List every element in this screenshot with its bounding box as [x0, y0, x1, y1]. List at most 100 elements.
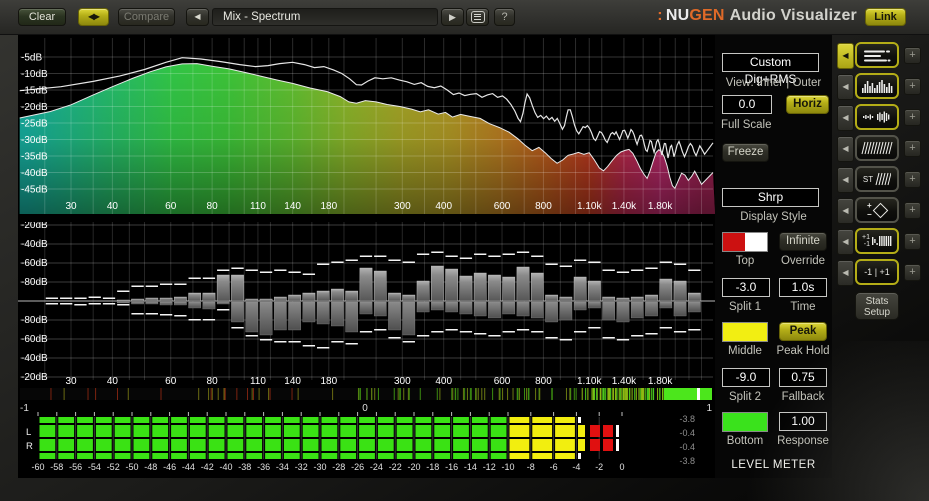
fallback-value[interactable]: 0.75 [779, 368, 827, 387]
peak-button[interactable]: Peak [779, 322, 827, 341]
svg-text:-30dB: -30dB [21, 135, 48, 146]
preset-prev-icon[interactable]: ◀ [186, 8, 209, 26]
svg-text:-28: -28 [332, 462, 345, 472]
preset-dropdown[interactable]: Mix - Spectrum [212, 8, 438, 26]
module-waveform-button[interactable] [855, 104, 899, 130]
svg-text:-8: -8 [527, 462, 535, 472]
ab-swap-icon[interactable]: ◀▶ [78, 8, 109, 26]
svg-text:-2: -2 [595, 462, 603, 472]
time-value[interactable]: 1.0s [779, 278, 827, 297]
module-correlation-bands-button[interactable]: +1 -1 [855, 228, 899, 254]
level-meter-display[interactable]: LR-60 -58 -56 -54 -52 -50 -48 -46 -44 -42 -40 -38 -3… [18, 412, 715, 478]
module-spectrogram-button[interactable] [855, 135, 899, 161]
module-8-add-button[interactable]: + [904, 264, 921, 281]
waveform-icon [863, 111, 890, 123]
svg-text:-14: -14 [464, 462, 477, 472]
svg-text:300: 300 [394, 376, 411, 387]
svg-text:110: 110 [250, 376, 266, 387]
module-7-add-button[interactable]: + [904, 233, 921, 250]
module-6-add-button[interactable]: + [904, 202, 921, 219]
svg-text:1.10k: 1.10k [577, 201, 602, 212]
stats-setup-button[interactable]: Stats Setup [855, 292, 899, 320]
svg-text:-10dB: -10dB [21, 69, 48, 80]
svg-text:600: 600 [494, 201, 511, 212]
svg-text:40: 40 [107, 201, 119, 212]
override-label: Override [780, 255, 826, 267]
module-2-add-button[interactable]: + [904, 78, 921, 95]
menu-list-icon [470, 11, 485, 24]
svg-text:-48: -48 [144, 462, 157, 472]
split2-value[interactable]: -9.0 [722, 368, 770, 387]
svg-text:80: 80 [207, 376, 219, 387]
spectrogram-icon [861, 141, 893, 155]
svg-text:-60dB: -60dB [21, 334, 48, 345]
infinite-button[interactable]: Infinite [779, 232, 827, 251]
display-style-box[interactable]: Shrp [722, 188, 819, 207]
module-4-add-button[interactable]: + [904, 140, 921, 157]
logo-gen: GEN [689, 7, 725, 24]
compare-button[interactable]: Compare [118, 8, 175, 26]
svg-text:-20: -20 [407, 462, 420, 472]
module-8-arrow-icon[interactable]: ◀ [837, 260, 854, 286]
svg-text:-44: -44 [182, 462, 195, 472]
module-stereo-spectrogram-button[interactable]: ST [855, 166, 899, 192]
top-color-swatch[interactable] [722, 232, 768, 252]
split2-label: Split 2 [729, 391, 761, 403]
response-label: Response [777, 435, 829, 447]
module-1-arrow-icon[interactable]: ◀ [837, 43, 854, 69]
split1-label: Split 1 [729, 301, 761, 313]
preset-next-icon[interactable]: ▶ [441, 8, 464, 26]
svg-text:-10: -10 [501, 462, 514, 472]
middle-label: Middle [728, 345, 762, 357]
horiz-button[interactable]: Horiz [786, 95, 829, 114]
full-scale-value[interactable]: 0.0 [722, 95, 772, 114]
svg-text:400: 400 [435, 376, 452, 387]
clear-button[interactable]: Clear [18, 8, 66, 26]
bottom-color-swatch[interactable] [722, 412, 768, 432]
module-correlation-meter-button[interactable]: -1 | +1 [855, 259, 899, 285]
nugen-audio-visualizer-window: Clear ◀▶ Compare ◀ Mix - Spectrum ▶ ? :N… [0, 0, 929, 501]
help-button[interactable]: ? [494, 8, 515, 26]
svg-text:-56: -56 [69, 462, 82, 472]
preset-menu-button[interactable] [466, 8, 489, 26]
svg-text:-40dB: -40dB [21, 168, 48, 179]
module-meter-lines-button[interactable] [855, 42, 899, 68]
band-level-display[interactable]: -20dB -40dB -60dB -80dB -20dB -40dB -60dB -80dB… [18, 222, 715, 412]
svg-text:30: 30 [65, 201, 77, 212]
svg-text:-3.8: -3.8 [679, 414, 695, 424]
response-value[interactable]: 1.00 [779, 412, 827, 431]
module-4-arrow-icon[interactable]: ◀ [837, 136, 854, 162]
svg-text:-50: -50 [125, 462, 138, 472]
spectrum-analyzer-display[interactable]: -5dB -10dB -15dB -20dB -25dB -30dB -35dB -40dB -… [18, 35, 715, 222]
svg-text:-12: -12 [483, 462, 496, 472]
module-2-arrow-icon[interactable]: ◀ [837, 74, 854, 100]
svg-text:40: 40 [107, 376, 119, 387]
module-7-arrow-icon[interactable]: ◀ [837, 229, 854, 255]
svg-text:-54: -54 [88, 462, 101, 472]
svg-text:80: 80 [207, 201, 219, 212]
top-label: Top [735, 255, 755, 267]
svg-text:1.40k: 1.40k [612, 201, 637, 212]
module-5-arrow-icon[interactable]: ◀ [837, 167, 854, 193]
svg-text:-60dB: -60dB [21, 258, 48, 269]
middle-color-swatch[interactable] [722, 322, 768, 342]
module-1-add-button[interactable]: + [904, 47, 921, 64]
module-spectrum-bars-button[interactable] [855, 73, 899, 99]
bottom-label: Bottom [726, 435, 764, 447]
svg-text:1.80k: 1.80k [648, 376, 673, 387]
freeze-button[interactable]: Freeze [722, 143, 769, 162]
module-3-add-button[interactable]: + [904, 109, 921, 126]
module-5-add-button[interactable]: + [904, 171, 921, 188]
module-3-arrow-icon[interactable]: ◀ [837, 105, 854, 131]
level-meter-title: LEVEL METER [731, 459, 816, 471]
module-vectorscope-button[interactable]: + − [855, 197, 899, 223]
svg-text:140: 140 [284, 376, 301, 387]
svg-text:140: 140 [284, 201, 301, 212]
svg-text:-60: -60 [31, 462, 44, 472]
split1-value[interactable]: -3.0 [722, 278, 770, 297]
svg-text:180: 180 [320, 376, 337, 387]
svg-text:600: 600 [494, 376, 511, 387]
view-mode-box[interactable]: Custom Dig+RMS [722, 53, 819, 86]
svg-text:-32: -32 [295, 462, 308, 472]
module-6-arrow-icon[interactable]: ◀ [837, 198, 854, 224]
